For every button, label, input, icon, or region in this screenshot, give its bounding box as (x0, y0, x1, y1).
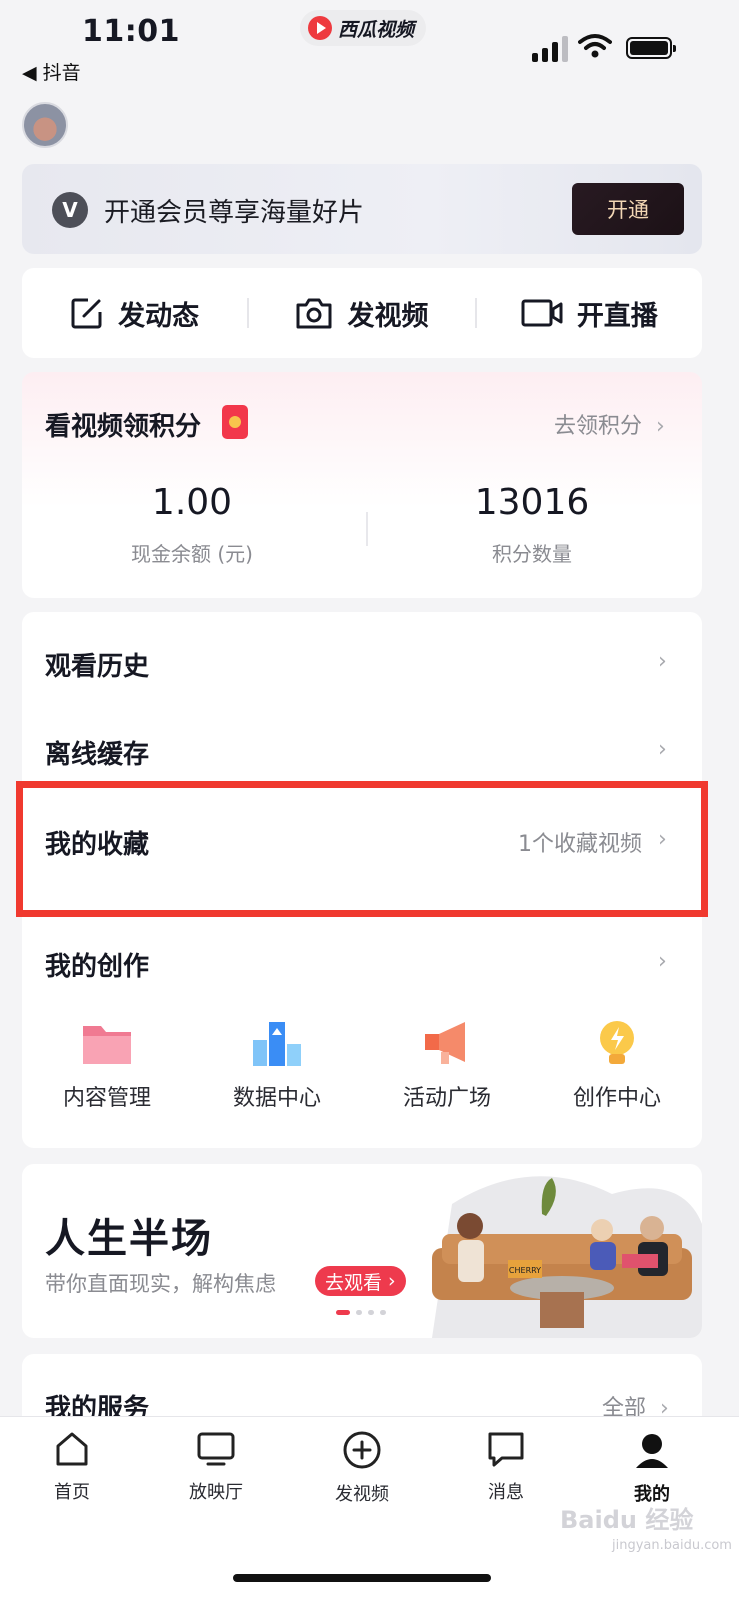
red-packet-icon (222, 405, 248, 439)
status-time: 11:01 (82, 14, 180, 49)
cash-balance-label: 现金余额 (元) (131, 542, 253, 566)
profile-icon (636, 1434, 668, 1468)
back-to-app-link[interactable]: ◀ 抖音 (22, 58, 81, 85)
watch-history-label[interactable]: 观看历史 (45, 646, 149, 683)
chevron-right-icon: › (658, 649, 667, 674)
home-indicator[interactable] (233, 1574, 491, 1582)
favorites-count: 1个收藏视频 (518, 832, 642, 857)
tab-home-label: 首页 (54, 1482, 90, 1503)
carousel-dot[interactable] (368, 1310, 374, 1315)
wifi-icon (578, 34, 612, 58)
chevron-right-icon: › (382, 1270, 396, 1292)
promo-title: 人生半场 (45, 1216, 213, 1262)
tab-messages[interactable]: 消息 (456, 1430, 556, 1504)
tab-home[interactable]: 首页 (22, 1430, 122, 1504)
creator-center-label: 创作中心 (572, 1086, 661, 1111)
chevron-right-icon: › (658, 827, 667, 852)
bar-chart-icon (253, 1022, 301, 1066)
offline-cache-label[interactable]: 离线缓存 (45, 734, 149, 771)
my-creation-label[interactable]: 我的创作 (45, 946, 149, 983)
tab-post-video-label: 发视频 (335, 1484, 389, 1505)
claim-points-label: 去领积分 (554, 414, 643, 439)
chevron-right-icon: › (658, 949, 667, 974)
quick-actions: 发动态 发视频 开直播 (22, 268, 702, 358)
tab-theater[interactable]: 放映厅 (166, 1430, 266, 1504)
promo-poster-image: CHERRY (432, 1176, 702, 1338)
claim-points-link[interactable]: 去领积分 › (554, 408, 665, 440)
carousel-dot[interactable] (336, 1310, 350, 1315)
baidu-watermark: Baidu 经验 (560, 1506, 694, 1534)
edit-icon (71, 298, 102, 329)
watch-now-label: 去观看 (325, 1271, 383, 1294)
carousel-dot[interactable] (356, 1310, 362, 1315)
live-camera-icon (521, 299, 563, 327)
tab-post-video[interactable]: 发视频 (312, 1430, 412, 1506)
cellular-signal-icon (532, 34, 572, 62)
divider (366, 512, 368, 546)
watch-now-button[interactable]: 去观看 › (315, 1266, 406, 1296)
vip-v-icon: V (52, 192, 88, 228)
carousel-dots (336, 1310, 386, 1315)
vip-banner-text: 开通会员尊享海量好片 (104, 198, 365, 228)
content-management-tool[interactable]: 内容管理 (32, 1018, 182, 1112)
points-title: 看视频领积分 (45, 412, 202, 442)
megaphone-icon (425, 1022, 465, 1064)
poster-caption: CHERRY (509, 1266, 541, 1275)
my-favorites-label[interactable]: 我的收藏 (45, 824, 149, 861)
points-count-label: 积分数量 (492, 542, 572, 566)
message-icon (488, 1432, 524, 1467)
app-name-pill: 西瓜视频 (300, 10, 427, 46)
carousel-dot[interactable] (380, 1310, 386, 1315)
chevron-right-icon: › (658, 737, 667, 762)
tab-me[interactable]: 我的 (602, 1430, 702, 1506)
activity-square-label: 活动广场 (402, 1086, 491, 1111)
content-management-label: 内容管理 (62, 1086, 151, 1111)
data-center-label: 数据中心 (232, 1086, 321, 1111)
post-video-label: 发视频 (347, 300, 429, 332)
tab-messages-label: 消息 (488, 1482, 524, 1503)
tv-icon (197, 1432, 235, 1466)
data-center-tool[interactable]: 数据中心 (202, 1018, 352, 1112)
lightbulb-icon (600, 1021, 634, 1064)
go-live-label: 开直播 (576, 300, 658, 332)
promo-subtitle: 带你直面现实，解构焦虑 (45, 1272, 276, 1296)
go-live-button[interactable]: 开直播 (477, 294, 702, 333)
chevron-right-icon: › (649, 414, 665, 439)
camera-icon (296, 298, 332, 329)
points-count-value: 13016 (474, 482, 590, 523)
cash-balance-value: 1.00 (151, 482, 233, 523)
post-video-button[interactable]: 发视频 (249, 294, 474, 333)
open-vip-button[interactable]: 开通 (572, 183, 684, 235)
activity-square-tool[interactable]: 活动广场 (372, 1018, 522, 1112)
baidu-watermark-url: jingyan.baidu.com (612, 1538, 732, 1553)
app-logo-icon (308, 16, 332, 40)
plus-circle-icon (343, 1431, 381, 1469)
post-moment-label: 发动态 (118, 300, 200, 332)
app-name: 西瓜视频 (338, 18, 415, 41)
avatar[interactable] (22, 102, 68, 148)
folder-icon (83, 1026, 131, 1064)
tab-theater-label: 放映厅 (189, 1482, 243, 1503)
creator-center-tool[interactable]: 创作中心 (542, 1018, 692, 1112)
battery-icon (626, 37, 676, 59)
post-moment-button[interactable]: 发动态 (22, 294, 247, 333)
home-icon (56, 1432, 88, 1466)
